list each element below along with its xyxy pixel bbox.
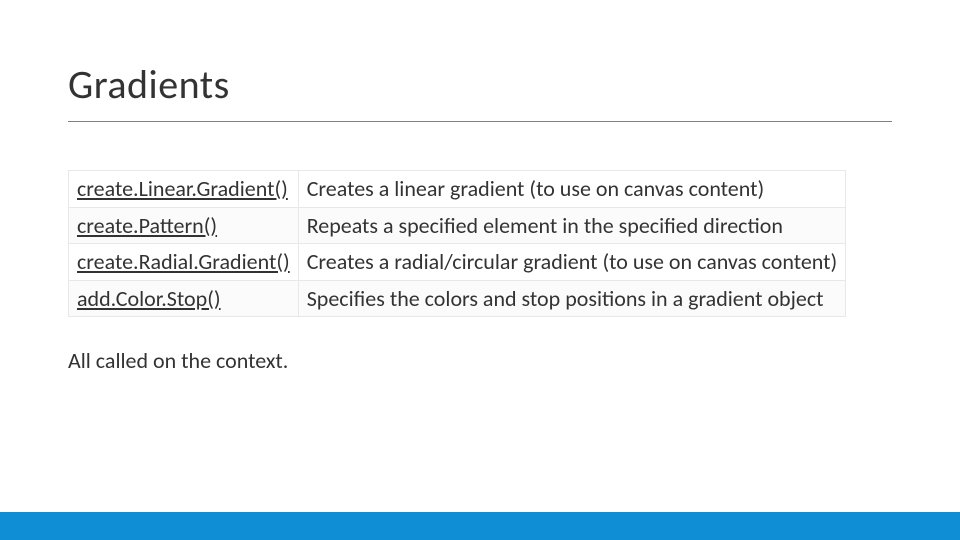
description-cell: Creates a radial/circular gradient (to u…	[298, 244, 846, 281]
api-table: create.Linear.Gradient() Creates a linea…	[68, 170, 846, 317]
table-row: create.Linear.Gradient() Creates a linea…	[69, 171, 846, 208]
method-cell: create.Linear.Gradient()	[69, 171, 299, 208]
method-link[interactable]: add.Color.Stop()	[77, 285, 221, 312]
title-divider	[68, 121, 892, 122]
table-row: add.Color.Stop() Specifies the colors an…	[69, 280, 846, 317]
method-cell: add.Color.Stop()	[69, 280, 299, 317]
description-cell: Repeats a specified element in the speci…	[298, 207, 846, 244]
description-cell: Creates a linear gradient (to use on can…	[298, 171, 846, 208]
footer-text: All called on the context.	[68, 347, 892, 374]
method-cell: create.Pattern()	[69, 207, 299, 244]
method-link[interactable]: create.Pattern()	[77, 212, 217, 239]
table-row: create.Pattern() Repeats a specified ele…	[69, 207, 846, 244]
method-link[interactable]: create.Radial.Gradient()	[77, 248, 290, 275]
method-link[interactable]: create.Linear.Gradient()	[77, 175, 288, 202]
table-row: create.Radial.Gradient() Creates a radia…	[69, 244, 846, 281]
bottom-accent-bar	[0, 512, 960, 540]
description-cell: Specifies the colors and stop positions …	[298, 280, 846, 317]
method-cell: create.Radial.Gradient()	[69, 244, 299, 281]
slide: Gradients create.Linear.Gradient() Creat…	[0, 0, 960, 540]
slide-title: Gradients	[68, 60, 892, 117]
